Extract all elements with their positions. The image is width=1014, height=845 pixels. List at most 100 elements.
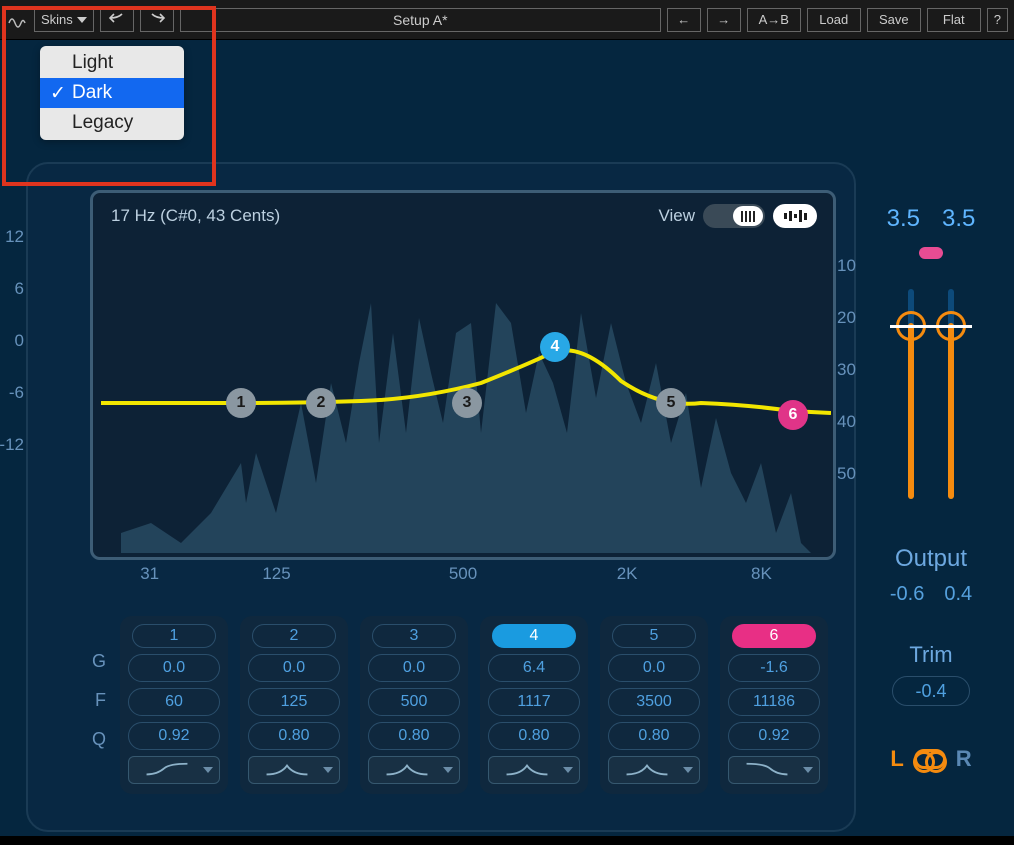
y-left-tick: -12 [0, 435, 24, 455]
band-q-5[interactable]: 0.80 [608, 722, 700, 750]
output-faders [908, 289, 954, 525]
band-shape-4[interactable] [488, 756, 580, 784]
band-column-1: 1 0.0 60 0.92 [120, 616, 228, 794]
eq-point-1[interactable]: 1 [226, 388, 256, 418]
link-icon[interactable] [914, 749, 946, 769]
filter-shape-icon [495, 762, 559, 778]
band-q-3[interactable]: 0.80 [368, 722, 460, 750]
band-gain-6[interactable]: -1.6 [728, 654, 820, 682]
clip-indicator[interactable] [919, 247, 943, 259]
prev-preset-button[interactable]: ← [667, 8, 701, 32]
analyzer-mode-button[interactable] [773, 204, 817, 228]
top-toolbar: Skins Setup A* ← → A→B Load Save Flat ? [0, 0, 1014, 40]
y-left-tick: 0 [0, 331, 24, 351]
band-freq-4[interactable]: 1117 [488, 688, 580, 716]
chevron-down-icon [203, 767, 213, 773]
peak-l: 3.5 [887, 205, 920, 233]
graph-y-left-labels: 12 6 0 -6 -12 [0, 224, 24, 484]
fader-knob-l[interactable] [896, 311, 926, 341]
band-q-4[interactable]: 0.80 [488, 722, 580, 750]
band-freq-1[interactable]: 60 [128, 688, 220, 716]
output-fader-r[interactable] [948, 289, 954, 499]
chevron-down-icon [77, 17, 87, 23]
band-shape-2[interactable] [248, 756, 340, 784]
output-fader-l[interactable] [908, 289, 914, 499]
chevron-down-icon [563, 767, 573, 773]
chevron-down-icon [683, 767, 693, 773]
skins-menu-item-legacy[interactable]: Legacy [40, 108, 184, 138]
view-toggle-knob [733, 206, 763, 226]
output-val-r: 0.4 [944, 583, 972, 606]
filter-shape-icon [255, 762, 319, 778]
load-button[interactable]: Load [807, 8, 861, 32]
cursor-readout: 17 Hz (C#0, 43 Cents) [111, 206, 280, 226]
eq-point-2[interactable]: 2 [306, 388, 336, 418]
band-freq-2[interactable]: 125 [248, 688, 340, 716]
band-freq-5[interactable]: 3500 [608, 688, 700, 716]
y-left-tick: -6 [0, 383, 24, 403]
eq-graph[interactable]: 17 Hz (C#0, 43 Cents) View 10 20 30 40 5… [90, 190, 836, 560]
x-tick: 8K [751, 564, 772, 584]
band-select-5[interactable]: 5 [612, 624, 696, 648]
view-label: View [658, 206, 695, 226]
graph-header: 17 Hz (C#0, 43 Cents) View [111, 201, 817, 231]
band-freq-6[interactable]: 11186 [728, 688, 820, 716]
band-select-6[interactable]: 6 [732, 624, 816, 648]
band-gain-3[interactable]: 0.0 [368, 654, 460, 682]
band-column-6: 6 -1.6 11186 0.92 [720, 616, 828, 794]
skins-menu-item-dark[interactable]: Dark [40, 78, 184, 108]
band-gain-5[interactable]: 0.0 [608, 654, 700, 682]
view-toggle[interactable] [703, 204, 765, 228]
band-shape-6[interactable] [728, 756, 820, 784]
band-shape-1[interactable] [128, 756, 220, 784]
band-shape-3[interactable] [368, 756, 460, 784]
lr-link-section: L R [890, 746, 971, 772]
eq-point-3[interactable]: 3 [452, 388, 482, 418]
eq-point-4[interactable]: 4 [540, 332, 570, 362]
band-gain-2[interactable]: 0.0 [248, 654, 340, 682]
next-preset-button[interactable]: → [707, 8, 741, 32]
band-q-6[interactable]: 0.92 [728, 722, 820, 750]
peak-r: 3.5 [942, 205, 975, 233]
trim-value[interactable]: -0.4 [892, 676, 970, 706]
output-val-l: -0.6 [890, 583, 924, 606]
save-button[interactable]: Save [867, 8, 921, 32]
preset-name-field[interactable]: Setup A* [180, 8, 661, 32]
band-select-2[interactable]: 2 [252, 624, 336, 648]
eq-point-6[interactable]: 6 [778, 400, 808, 430]
band-column-5: 5 0.0 3500 0.80 [600, 616, 708, 794]
y-left-tick: 6 [0, 279, 24, 299]
x-tick: 31 [140, 564, 159, 584]
link-l-label: L [890, 746, 903, 772]
skins-dropdown-button[interactable]: Skins [34, 8, 94, 32]
band-q-2[interactable]: 0.80 [248, 722, 340, 750]
band-q-1[interactable]: 0.92 [128, 722, 220, 750]
skins-menu-item-light[interactable]: Light [40, 48, 184, 78]
output-label: Output [895, 545, 967, 573]
waves-logo-icon [6, 9, 28, 31]
filter-shape-icon [375, 762, 439, 778]
flat-button[interactable]: Flat [927, 8, 981, 32]
band-row-labels: G F Q [78, 648, 106, 752]
chevron-down-icon [803, 767, 813, 773]
band-gain-4[interactable]: 6.4 [488, 654, 580, 682]
fader-knob-r[interactable] [936, 311, 966, 341]
help-button[interactable]: ? [987, 8, 1008, 32]
redo-button[interactable] [140, 8, 174, 32]
band-select-4[interactable]: 4 [492, 624, 576, 648]
band-shape-5[interactable] [608, 756, 700, 784]
band-select-1[interactable]: 1 [132, 624, 216, 648]
output-section: 3.5 3.5 Output -0.6 0.4 Trim -0.4 L R [866, 205, 996, 845]
eq-point-5[interactable]: 5 [656, 388, 686, 418]
x-tick: 2K [617, 564, 638, 584]
link-r-label: R [956, 746, 972, 772]
ab-compare-button[interactable]: A→B [747, 8, 801, 32]
band-column-4: 4 6.4 1117 0.80 [480, 616, 588, 794]
undo-button[interactable] [100, 8, 134, 32]
band-gain-1[interactable]: 0.0 [128, 654, 220, 682]
band-select-3[interactable]: 3 [372, 624, 456, 648]
skins-menu[interactable]: LightDarkLegacy [40, 46, 184, 140]
x-tick: 500 [449, 564, 477, 584]
filter-shape-icon [135, 762, 199, 778]
band-freq-3[interactable]: 500 [368, 688, 460, 716]
